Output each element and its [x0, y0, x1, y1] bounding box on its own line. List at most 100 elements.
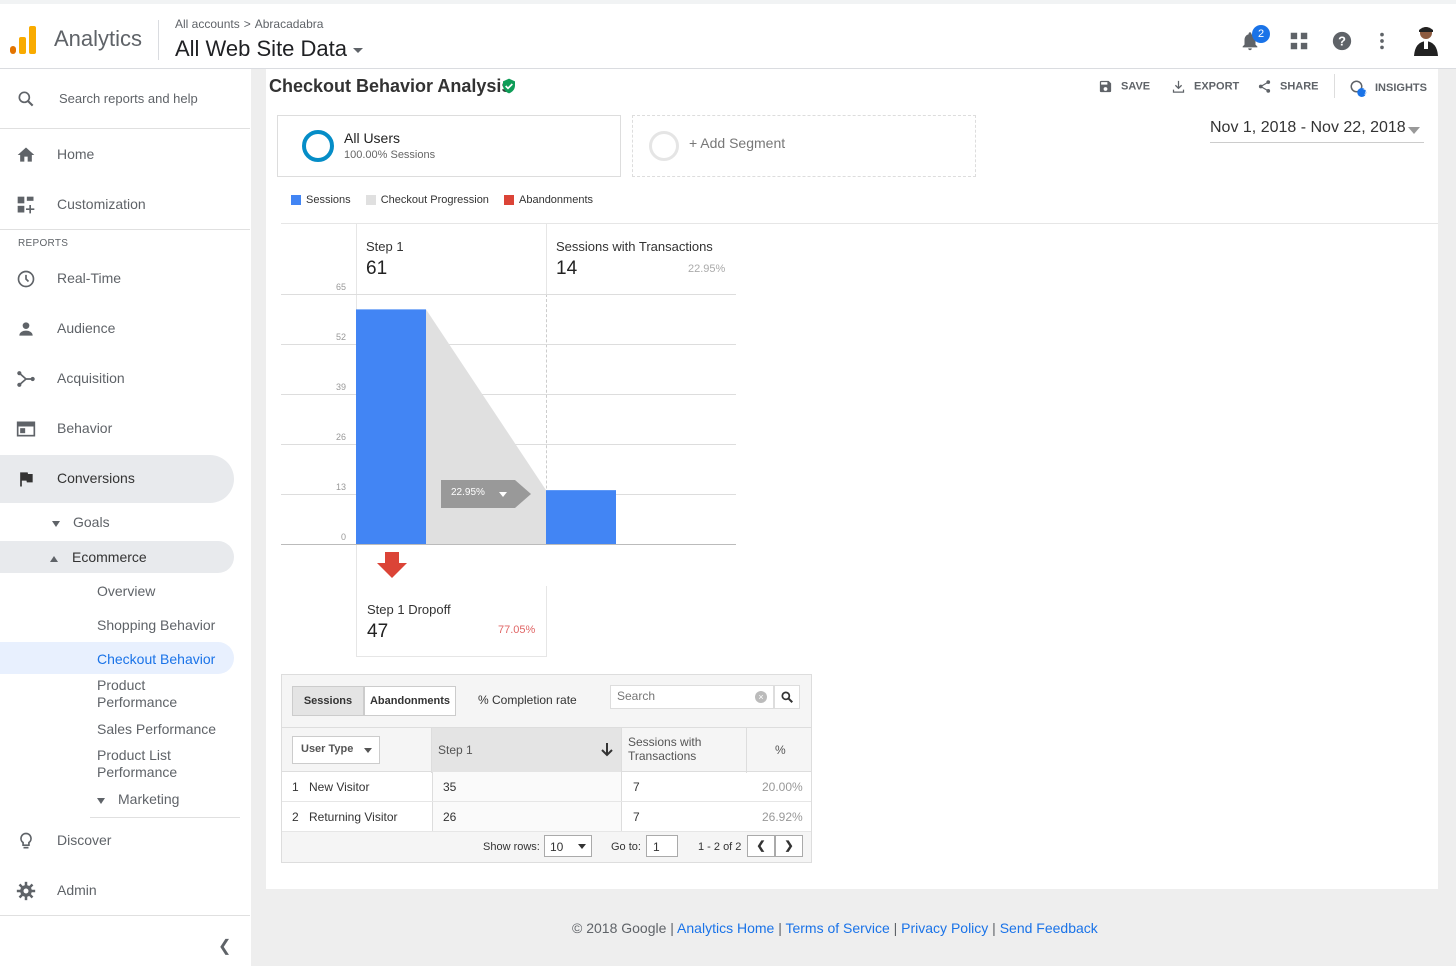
sidebar-item-product-list-performance[interactable]: Product List Performance [97, 747, 207, 781]
legend-swatch-progression [365, 195, 376, 206]
chevron-right-icon: ❯ [784, 840, 794, 852]
clear-icon[interactable]: × [755, 691, 767, 703]
progression-rate-button[interactable]: 22.95% [441, 480, 531, 508]
sidebar-item-label: Audience [57, 320, 116, 336]
goto-input[interactable]: 1 [646, 835, 678, 857]
sidebar-item-acquisition[interactable]: Acquisition [0, 354, 234, 404]
row-name-link[interactable]: New Visitor [309, 780, 369, 794]
table-row[interactable]: 1 New Visitor 35 7 20.00% [282, 772, 811, 802]
prev-page-button[interactable]: ❮ [747, 835, 775, 857]
select-value: 10 [550, 840, 564, 854]
column-label: Sessions with Transactions [628, 735, 702, 763]
sidebar-item-marketing[interactable]: Marketing [97, 791, 179, 807]
next-page-button[interactable]: ❯ [775, 835, 803, 857]
export-label: EXPORT [1194, 80, 1240, 93]
page-footer: © 2018 Google | Analytics Home | Terms o… [572, 920, 1098, 936]
segment-name: All Users [344, 130, 401, 146]
share-button[interactable]: SHARE [1257, 79, 1319, 94]
sidebar-item-audience[interactable]: Audience [0, 304, 234, 354]
funnel-plot [356, 309, 616, 544]
notification-badge: 2 [1252, 25, 1270, 43]
table-search-input[interactable]: Search × [610, 685, 774, 709]
download-icon [1172, 80, 1185, 93]
tab-sessions[interactable]: Sessions [292, 686, 364, 716]
save-button[interactable]: SAVE [1098, 79, 1150, 94]
terms-link[interactable]: Terms of Service [785, 920, 889, 936]
segment-all-users[interactable]: All Users 100.00% Sessions [277, 115, 621, 177]
column-header-step1[interactable]: Step 1 [432, 728, 622, 773]
sessions-bar[interactable] [356, 309, 426, 544]
export-button[interactable]: EXPORT [1171, 79, 1239, 94]
chart-legend: Sessions Checkout Progression Abandonmen… [291, 194, 605, 206]
avatar[interactable] [1412, 24, 1440, 56]
column-header-percent[interactable]: % [747, 728, 811, 773]
feedback-link[interactable]: Send Feedback [1000, 920, 1098, 936]
insights-badge: 7 [1363, 88, 1368, 97]
collapse-sidebar-icon[interactable]: ❮ [218, 936, 231, 956]
dropdown-value: User Type [301, 743, 354, 755]
view-name: All Web Site Data [175, 36, 348, 61]
sidebar-item-behavior[interactable]: Behavior [0, 404, 234, 454]
sidebar-item-shopping-behavior[interactable]: Shopping Behavior [97, 617, 215, 633]
sidebar-item-home[interactable]: Home [0, 130, 234, 180]
search-icon [781, 691, 793, 703]
search-label: Search reports and help [59, 91, 198, 106]
search-button[interactable] [774, 685, 800, 709]
sidebar-item-discover[interactable]: Discover [0, 816, 234, 866]
sessions-bar[interactable] [546, 490, 616, 544]
gear-icon [16, 881, 36, 901]
transactions-value: 7 [633, 810, 640, 824]
user-type-dropdown[interactable]: User Type [292, 736, 380, 764]
divider [0, 229, 250, 230]
search-reports[interactable]: Search reports and help [0, 69, 250, 129]
section-reports: REPORTS [18, 238, 69, 249]
data-table: Sessions Abandonments % Completion rate … [281, 674, 812, 863]
sidebar-item-label: Marketing [118, 791, 180, 807]
caret-down-icon [353, 47, 364, 53]
breadcrumb-item[interactable]: Abracadabra [255, 17, 324, 31]
apps-grid-icon[interactable] [1288, 30, 1310, 52]
sidebar-item-product-performance[interactable]: Product Performance [97, 677, 207, 711]
sidebar-item-ecommerce[interactable]: Ecommerce [50, 549, 147, 565]
sidebar-item-sales-performance[interactable]: Sales Performance [97, 721, 216, 737]
help-icon[interactable]: ? [1331, 30, 1353, 52]
sidebar-item-admin[interactable]: Admin [0, 866, 234, 916]
flag-icon [20, 472, 33, 487]
date-range-picker[interactable]: Nov 1, 2018 - Nov 22, 2018 [1210, 119, 1424, 143]
privacy-link[interactable]: Privacy Policy [901, 920, 988, 936]
sidebar-item-checkout-behavior[interactable]: Checkout Behavior [97, 651, 215, 667]
show-rows-select[interactable]: 10 [544, 835, 592, 857]
column-header-transactions[interactable]: Sessions with Transactions [622, 728, 747, 773]
tab-abandonments[interactable]: Abandonments [364, 686, 456, 716]
sidebar-item-label: Behavior [57, 420, 113, 436]
completion-rate-toggle[interactable]: % Completion rate [478, 693, 577, 707]
more-vert-icon[interactable] [1371, 30, 1393, 52]
breadcrumb-item[interactable]: All accounts [175, 17, 240, 31]
view-selector[interactable]: All Web Site Data [175, 36, 364, 62]
dimension-header: User Type [282, 728, 432, 773]
search-icon [18, 91, 34, 107]
insights-label: INSIGHTS [1375, 82, 1427, 94]
sidebar-item-realtime[interactable]: Real-Time [0, 254, 234, 304]
table-row[interactable]: 2 Returning Visitor 26 7 26.92% [282, 802, 811, 832]
breadcrumb[interactable]: All accounts > Abracadabra [175, 17, 323, 31]
sidebar-item-label: Goals [73, 514, 110, 530]
sidebar-item-goals[interactable]: Goals [52, 514, 110, 530]
row-name-link[interactable]: Returning Visitor [309, 810, 398, 824]
show-rows-label: Show rows: [483, 841, 540, 853]
divider [0, 915, 250, 916]
table-footer: Show rows: 10 Go to: 1 1 - 2 of 2 ❮ ❯ [282, 832, 811, 862]
lightbulb-icon [20, 832, 32, 849]
sidebar-item-conversions[interactable]: Conversions [0, 455, 234, 503]
add-segment-button[interactable]: + Add Segment [632, 115, 976, 177]
analytics-home-link[interactable]: Analytics Home [677, 920, 774, 936]
analytics-logo[interactable] [10, 26, 38, 54]
legend-label: Abandonments [519, 194, 593, 207]
sidebar-item-overview[interactable]: Overview [97, 583, 155, 599]
caret-down-icon [364, 748, 372, 753]
verified-shield-icon [503, 78, 515, 94]
top-bar: Analytics All accounts > Abracadabra All W… [0, 0, 1456, 69]
segment-ring-icon [302, 130, 334, 162]
sidebar-item-customization[interactable]: Customization [0, 180, 234, 230]
legend-label: Sessions [306, 194, 351, 207]
